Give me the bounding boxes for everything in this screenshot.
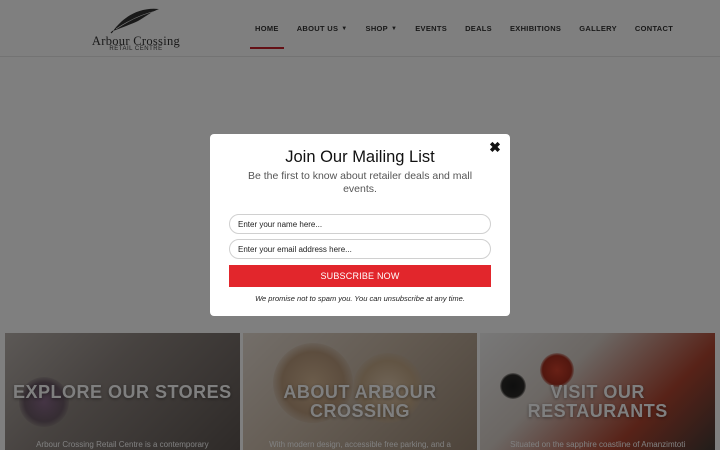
email-input[interactable] bbox=[229, 239, 491, 259]
mailing-list-modal: ✖ Join Our Mailing List Be the first to … bbox=[210, 134, 510, 316]
spam-disclaimer: We promise not to spam you. You can unsu… bbox=[255, 294, 465, 303]
name-input[interactable] bbox=[229, 214, 491, 234]
modal-title: Join Our Mailing List bbox=[285, 148, 435, 166]
modal-subtitle: Be the first to know about retailer deal… bbox=[247, 170, 473, 195]
subscribe-button[interactable]: SUBSCRIBE NOW bbox=[229, 265, 491, 287]
